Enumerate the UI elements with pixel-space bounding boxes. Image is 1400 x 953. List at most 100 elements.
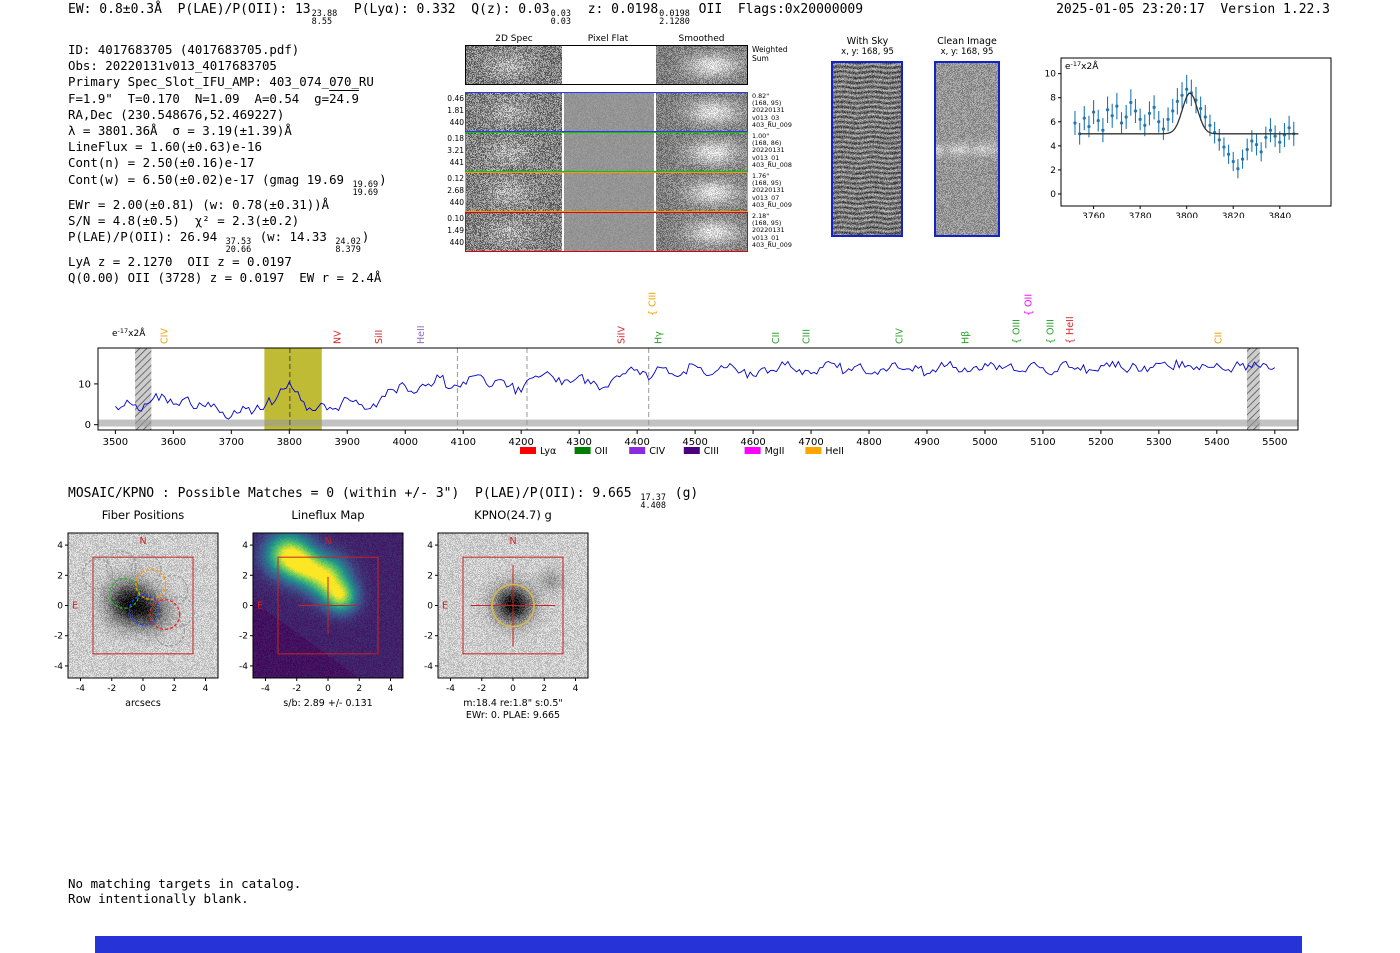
full-spectrum-chart: 0 10 3500 3600 3700 3800 3900 4000 4100 4200 4300 4…: [78, 292, 1299, 457]
spec2d-col-header: Smoothed: [678, 34, 725, 44]
kpno-cutout-overlay: -4 -4 -2 -2 0 0 2 2 4 4 N E: [424, 532, 589, 694]
svg-text:5200: 5200: [1088, 437, 1113, 448]
spec2d-cell-canvas: [656, 133, 747, 171]
svg-text:0: 0: [85, 420, 91, 431]
spec2d-row: 0.18 3.21 441 1.00" (168, 86) 20220131 v013_01…: [447, 132, 792, 172]
svg-text:4800: 4800: [856, 437, 881, 448]
svg-text:5000: 5000: [972, 437, 997, 448]
kpno-cutout-xlabel2: EWr: 0. PLAE: 9.665: [465, 710, 561, 721]
spec2d-row-left-label: 0.10 1.49 440: [447, 214, 464, 247]
spec2d-cell-canvas: [466, 213, 562, 251]
svg-text:6: 6: [1050, 118, 1056, 128]
svg-text:0: 0: [325, 684, 331, 694]
svg-text:-4: -4: [54, 662, 63, 672]
svg-text:4600: 4600: [740, 437, 765, 448]
svg-text:3800: 3800: [277, 437, 302, 448]
svg-text:-2: -2: [424, 632, 433, 642]
info-line: EWr = 2.00(±0.81) (w: 0.78(±0.31))Å: [68, 196, 330, 212]
with-sky-coords: x, y: 168, 95: [841, 47, 894, 57]
svg-text:{ OII: { OII: [1023, 294, 1034, 316]
spec2d-row: 0.46 1.81 440 0.82" (168, 95) 20220131 v013_03…: [447, 92, 792, 132]
info-line: LyA z = 2.1270 OII z = 0.0197: [68, 254, 292, 270]
mosaic-match-line: MOSAIC/KPNO : Possible Matches = 0 (with…: [68, 486, 699, 511]
spec2d-row-left-label: 0.12 2.68 440: [447, 174, 464, 207]
svg-text:10: 10: [78, 379, 91, 390]
svg-text:2: 2: [242, 571, 248, 581]
svg-text:-4: -4: [76, 684, 85, 694]
info-line: LineFlux = 1.60(±0.63)e-16: [68, 139, 262, 155]
svg-text:OII: OII: [595, 446, 608, 457]
svg-text:4: 4: [242, 541, 248, 551]
svg-text:e-17x2Å: e-17x2Å: [112, 327, 146, 339]
svg-text:N: N: [509, 536, 516, 547]
with-sky-image: [831, 61, 903, 237]
fiber-positions-overlay: -4 -4 -2 -2 0 0 2 2 4 4 N E: [54, 532, 219, 694]
svg-text:-4: -4: [239, 662, 248, 672]
svg-text:N: N: [324, 536, 331, 547]
svg-text:8: 8: [1050, 94, 1056, 104]
svg-text:CIII: CIII: [801, 329, 812, 344]
info-line: Cont(n) = 2.50(±0.16)e-17: [68, 155, 255, 171]
svg-text:4300: 4300: [566, 437, 591, 448]
svg-text:3700: 3700: [219, 437, 244, 448]
svg-text:4000: 4000: [393, 437, 418, 448]
info-line: F=1.9" T=0.170 N=1.09 A=0.54 g=24.9: [68, 90, 359, 106]
svg-text:3760: 3760: [1082, 212, 1105, 218]
spec2d-row-right-label: 1.76" (168, 95) 20220131 v013_07 403_RU_009: [752, 172, 792, 209]
spec2d-row-right-label: 1.00" (168, 86) 20220131 v013_01 403_RU_008: [752, 132, 792, 169]
svg-text:2: 2: [1050, 166, 1056, 176]
svg-text:e-17x2Å: e-17x2Å: [1065, 60, 1099, 72]
svg-text:CII: CII: [771, 332, 782, 344]
with-sky-title: With Sky: [846, 36, 889, 47]
svg-text:3800: 3800: [1175, 212, 1198, 218]
svg-text:-4: -4: [261, 684, 270, 694]
svg-text:E: E: [257, 601, 263, 612]
svg-text:5300: 5300: [1146, 437, 1171, 448]
svg-text:0: 0: [57, 602, 63, 612]
kpno-cutout-xlabel: m:18.4 re:1.8" s:0.5": [463, 698, 563, 709]
svg-text:CII: CII: [1213, 332, 1224, 344]
info-line: Primary Spec_Slot_IFU_AMP: 403_074_070_R…: [68, 74, 374, 90]
svg-text:CIV: CIV: [649, 446, 665, 457]
lineflux-map-overlay: -4 -4 -2 -2 0 0 2 2 4 4 N E: [239, 532, 404, 694]
spec2d-cell-canvas: [466, 133, 562, 171]
info-line: Obs: 20220131v013_4017683705: [68, 58, 277, 74]
spec2d-col-header: Pixel Flat: [587, 34, 629, 44]
svg-text:5100: 5100: [1030, 437, 1055, 448]
svg-text:CIV: CIV: [160, 328, 171, 344]
svg-text:2: 2: [57, 571, 63, 581]
svg-text:-2: -2: [107, 684, 116, 694]
svg-text:SiIV: SiIV: [616, 326, 627, 344]
spec2d-row-right-label: Weighted Sum: [752, 45, 788, 63]
with-sky-canvas: [833, 63, 901, 235]
info-line: ID: 4017683705 (4017683705.pdf): [68, 42, 300, 57]
spec2d-cell-canvas: [656, 173, 747, 211]
svg-text:HeII: HeII: [825, 446, 844, 457]
fiber-positions-panel: Fiber Positions -4 -4 -2 -2 0 0 2 2 4 4 N E arcsecs: [40, 508, 250, 723]
svg-text:-4: -4: [424, 662, 433, 672]
spec2d-panel: 2D Spec Pixel Flat Smoothed Weighted Sum 0…: [447, 34, 792, 258]
svg-text:0: 0: [140, 684, 146, 694]
svg-text:E: E: [72, 601, 78, 612]
svg-text:CIII: CIII: [704, 446, 719, 457]
clean-image-canvas: [936, 63, 998, 235]
spec2d-row-right-label: 0.82" (168, 95) 20220131 v013_03 403_RU_009: [752, 92, 792, 129]
svg-text:3820: 3820: [1222, 212, 1245, 218]
spec2d-cell-canvas: [564, 46, 654, 84]
svg-text:2: 2: [356, 684, 362, 694]
svg-text:4100: 4100: [450, 437, 475, 448]
lineflux-map-xlabel: s/b: 2.89 +/- 0.131: [283, 698, 373, 709]
info-block: ID: 4017683705 (4017683705.pdf) Obs: 2022…: [68, 42, 387, 286]
svg-text:0: 0: [510, 684, 516, 694]
svg-text:SiII: SiII: [374, 330, 385, 344]
svg-text:4: 4: [427, 541, 433, 551]
svg-text:-2: -2: [54, 632, 63, 642]
info-line: Cont(w) = 6.50(±0.02)e-17 (gmag 19.69 19…: [68, 171, 387, 198]
spec2d-cell-canvas: [656, 93, 747, 131]
svg-text:NV: NV: [332, 330, 343, 344]
spec2d-cell-canvas: [466, 46, 562, 84]
svg-text:2: 2: [171, 684, 177, 694]
fiber-positions-xlabel: arcsecs: [125, 698, 161, 709]
info-line: λ = 3801.36Å σ = 3.19(±1.39)Å: [68, 123, 292, 139]
svg-text:4: 4: [388, 684, 394, 694]
